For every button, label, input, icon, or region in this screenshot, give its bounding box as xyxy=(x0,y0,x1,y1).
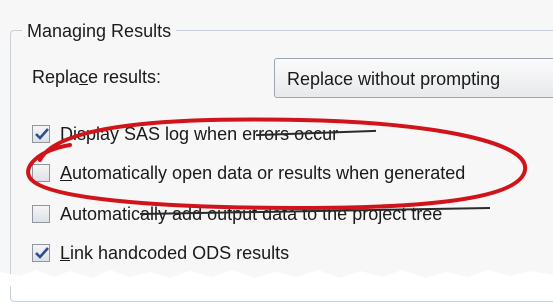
torn-edge xyxy=(0,270,553,286)
replace-results-selected-value: Replace without prompting xyxy=(287,69,501,89)
display-sas-log-checkbox[interactable] xyxy=(32,125,50,143)
replace-results-dropdown[interactable]: Replace without prompting xyxy=(274,58,553,98)
replace-results-label: Replace results: xyxy=(32,67,162,87)
auto-add-output-label: Automatically add output data to the pro… xyxy=(60,204,443,224)
checkmark-icon xyxy=(35,247,49,259)
auto-open-data-checkbox[interactable] xyxy=(32,164,50,182)
auto-add-output-checkbox[interactable] xyxy=(32,205,50,223)
link-ods-checkbox[interactable] xyxy=(32,244,50,262)
options-panel: Managing Results Replace results: Replac… xyxy=(0,0,553,302)
checkmark-icon xyxy=(35,128,49,140)
auto-open-data-label: Automatically open data or results when … xyxy=(60,163,466,183)
link-ods-label: Link handcoded ODS results xyxy=(60,243,290,263)
group-title: Managing Results xyxy=(22,20,177,42)
